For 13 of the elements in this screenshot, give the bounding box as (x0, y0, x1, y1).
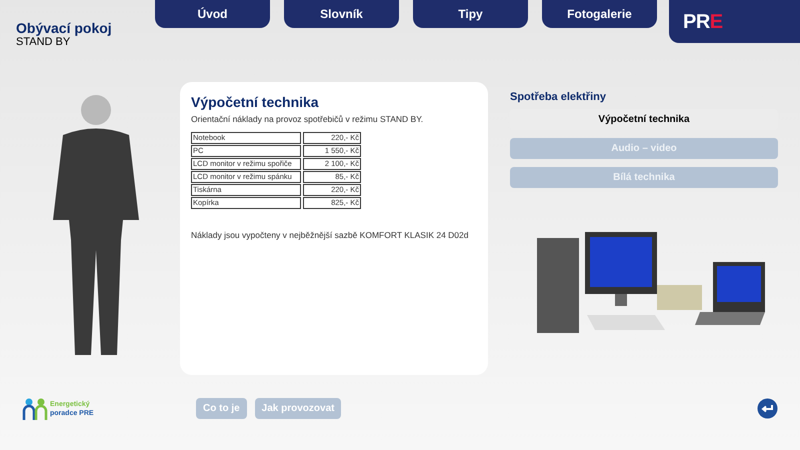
back-icon[interactable] (757, 398, 778, 419)
people-logo-icon (22, 398, 48, 420)
card-title: Výpočetní technika (191, 94, 320, 110)
nav-tab[interactable]: Fotogalerie (542, 0, 657, 28)
nav-tab[interactable]: Tipy (413, 0, 528, 28)
card-intro: Orientační náklady na provoz spotřebičů v režimu STAND BY. (191, 113, 424, 126)
tariff-note: Náklady jsou vypočteny v nejběžnější sazbě KOMFORT KLASIK 24 D02d (191, 228, 470, 242)
nav-tab[interactable]: Úvod (155, 0, 270, 28)
section-heading: Spotřeba elektřiny (510, 90, 607, 105)
nav-tab[interactable]: Slovník (284, 0, 399, 28)
room-title: Obývací pokoj (16, 20, 113, 36)
brand-logo: PRE (683, 12, 723, 32)
mode-label: STAND BY (16, 36, 72, 48)
